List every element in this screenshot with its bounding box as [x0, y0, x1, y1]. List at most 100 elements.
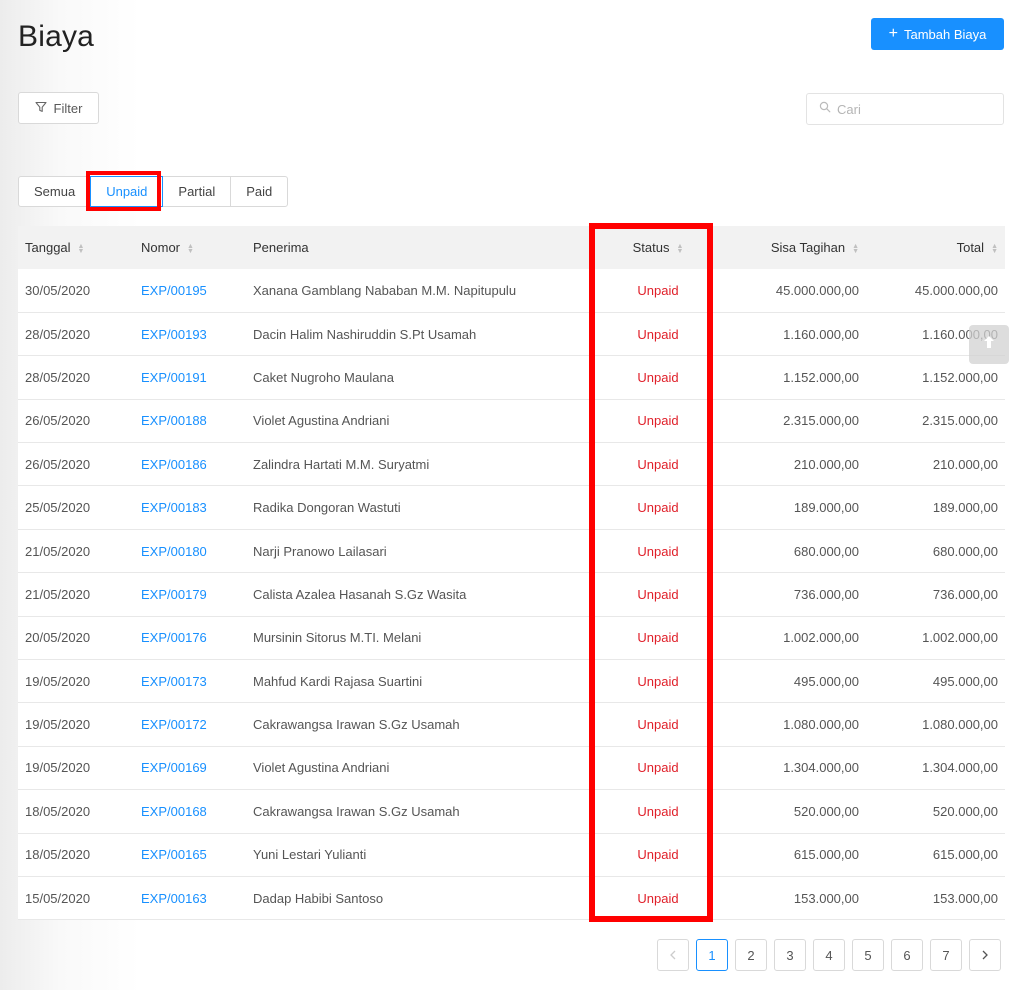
cell-sisa-tagihan: 495.000,00 [793, 673, 859, 689]
tab-paid[interactable]: Paid [230, 176, 289, 207]
table-row[interactable]: 19/05/2020 EXP/00169 Violet Agustina Andri… [18, 746, 1005, 790]
cell-total: 680.000,00 [932, 543, 998, 559]
page-button-3[interactable]: 3 [774, 939, 806, 971]
cell-tanggal: 28/05/2020 [25, 326, 91, 342]
table-row[interactable]: 26/05/2020 EXP/00186 Zalindra Hartati M.M.… [18, 442, 1005, 486]
column-header-total[interactable]: Total ▲ ▼ [866, 226, 1005, 269]
cell-penerima: Calista Azalea Hasanah S.Gz Wasita [253, 586, 467, 602]
table-row[interactable]: 20/05/2020 EXP/00176 Mursinin Sitorus M.TI… [18, 616, 1005, 660]
cell-tanggal: 18/05/2020 [25, 803, 91, 819]
cell-nomor-link[interactable]: EXP/00193 [134, 312, 246, 355]
cell-nomor-link[interactable]: EXP/00169 [134, 746, 246, 789]
cell-nomor-link[interactable]: EXP/00173 [134, 660, 246, 703]
tab-partial[interactable]: Partial [162, 176, 232, 207]
cell-total: 210.000,00 [932, 456, 998, 472]
table-row[interactable]: 19/05/2020 EXP/00173 Mahfud Kardi Rajasa S… [18, 659, 1005, 703]
page-button-5[interactable]: 5 [852, 939, 884, 971]
table-row[interactable]: 26/05/2020 EXP/00188 Violet Agustina Andri… [18, 399, 1005, 443]
cell-penerima: Zalindra Hartati M.M. Suryatmi [253, 456, 430, 472]
cell-tanggal: 25/05/2020 [25, 500, 91, 516]
page-button-6[interactable]: 6 [891, 939, 923, 971]
cell-nomor-link[interactable]: EXP/00168 [134, 790, 246, 833]
add-expense-label: Tambah Biaya [903, 26, 987, 42]
cell-penerima: Violet Agustina Andriani [253, 413, 390, 429]
cell-penerima: Xanana Gamblang Nababan M.M. Napitupulu [253, 282, 517, 298]
search-icon [819, 100, 831, 118]
search-input[interactable] [837, 101, 997, 117]
cell-status: Unpaid [637, 543, 679, 559]
page-button-1[interactable]: 1 [696, 939, 728, 971]
chevron-left-icon [669, 948, 677, 963]
cell-nomor-link[interactable]: EXP/00186 [134, 443, 246, 486]
page-button-2[interactable]: 2 [735, 939, 767, 971]
cell-tanggal: 18/05/2020 [25, 847, 91, 863]
sort-icon: ▲ ▼ [991, 242, 998, 255]
tab-semua[interactable]: Semua [18, 176, 92, 207]
prev-page-button[interactable] [657, 939, 689, 971]
cell-penerima: Cakrawangsa Irawan S.Gz Usamah [253, 717, 460, 733]
cell-sisa-tagihan: 189.000,00 [793, 500, 859, 516]
cell-sisa-tagihan: 1.080.000,00 [783, 717, 859, 733]
cell-tanggal: 19/05/2020 [25, 673, 91, 689]
cell-penerima: Caket Nugroho Maulana [253, 369, 394, 385]
filter-label: Filter [53, 100, 83, 116]
cell-status: Unpaid [637, 803, 679, 819]
table-row[interactable]: 25/05/2020 EXP/00183 Radika Dongoran Wastu… [18, 485, 1005, 530]
cell-status: Unpaid [637, 890, 679, 906]
table-row[interactable]: 18/05/2020 EXP/00165 Yuni Lestari Yulianti… [18, 833, 1005, 877]
page-title: Biaya [18, 20, 95, 53]
add-expense-button[interactable]: + Tambah Biaya [871, 18, 1004, 50]
cell-nomor-link[interactable]: EXP/00163 [134, 876, 246, 919]
page-button-4[interactable]: 4 [813, 939, 845, 971]
cell-nomor-link[interactable]: EXP/00183 [134, 486, 246, 529]
cell-nomor-link[interactable]: EXP/00179 [134, 573, 246, 616]
pagination: 1 2 3 4 5 6 7 [657, 939, 1001, 971]
cell-penerima: Dacin Halim Nashiruddin S.Pt Usamah [253, 326, 477, 342]
cell-nomor-link[interactable]: EXP/00195 [134, 269, 246, 312]
next-page-button[interactable] [969, 939, 1001, 971]
cell-tanggal: 21/05/2020 [25, 586, 91, 602]
cell-nomor-link[interactable]: EXP/00188 [134, 399, 246, 442]
cell-sisa-tagihan: 736.000,00 [793, 586, 859, 602]
cell-tanggal: 26/05/2020 [25, 413, 91, 429]
sort-icon: ▲ ▼ [676, 242, 684, 255]
table-row[interactable]: 19/05/2020 EXP/00172 Cakrawangsa Irawan S.… [18, 702, 1005, 747]
cell-penerima: Radika Dongoran Wastuti [253, 500, 401, 516]
tab-unpaid[interactable]: Unpaid [90, 176, 164, 207]
cell-nomor-link[interactable]: EXP/00172 [134, 703, 246, 746]
search-box [806, 93, 1004, 125]
cell-tanggal: 19/05/2020 [25, 717, 91, 733]
table-row[interactable]: 18/05/2020 EXP/00168 Cakrawangsa Irawan S.… [18, 789, 1005, 834]
plus-icon: + [888, 25, 898, 42]
column-header-nomor[interactable]: Nomor ▲ ▼ [134, 226, 246, 269]
cell-tanggal: 19/05/2020 [25, 760, 91, 776]
column-header-tanggal[interactable]: Tanggal ▲ ▼ [18, 226, 134, 269]
cell-sisa-tagihan: 1.002.000,00 [783, 630, 859, 646]
page-button-7[interactable]: 7 [930, 939, 962, 971]
scroll-to-top-button[interactable] [969, 325, 1009, 364]
column-header-sisa-tagihan[interactable]: Sisa Tagihan ▲ ▼ [720, 226, 866, 269]
table-row[interactable]: 21/05/2020 EXP/00180 Narji Pranowo Lailasa… [18, 529, 1005, 573]
filter-button[interactable]: Filter [18, 92, 99, 124]
cell-nomor-link[interactable]: EXP/00165 [134, 833, 246, 876]
cell-sisa-tagihan: 680.000,00 [793, 543, 859, 559]
sort-icon: ▲ ▼ [852, 242, 859, 255]
cell-penerima: Narji Pranowo Lailasari [253, 543, 387, 559]
cell-nomor-link[interactable]: EXP/00176 [134, 616, 246, 659]
table-row[interactable]: 28/05/2020 EXP/00193 Dacin Halim Nashirudd… [18, 312, 1005, 356]
table-row[interactable]: 28/05/2020 EXP/00191 Caket Nugroho Maulana… [18, 355, 1005, 400]
table-row[interactable]: 30/05/2020 EXP/00195 Xanana Gamblang Nabab… [18, 269, 1005, 313]
cell-total: 153.000,00 [932, 890, 998, 906]
table-row[interactable]: 15/05/2020 EXP/00163 Dadap Habibi Santoso U… [18, 876, 1005, 920]
column-header-status[interactable]: Status ▲ ▼ [596, 226, 720, 269]
cell-nomor-link[interactable]: EXP/00191 [134, 356, 246, 399]
cell-total: 736.000,00 [932, 586, 998, 602]
cell-nomor-link[interactable]: EXP/00180 [134, 529, 246, 572]
chevron-right-icon [981, 948, 989, 963]
cell-tanggal: 15/05/2020 [25, 890, 91, 906]
cell-penerima: Yuni Lestari Yulianti [253, 847, 367, 863]
cell-sisa-tagihan: 45.000.000,00 [775, 282, 859, 298]
arrow-up-icon [983, 335, 995, 354]
table-row[interactable]: 21/05/2020 EXP/00179 Calista Azalea Hasana… [18, 572, 1005, 617]
cell-status: Unpaid [637, 282, 679, 298]
